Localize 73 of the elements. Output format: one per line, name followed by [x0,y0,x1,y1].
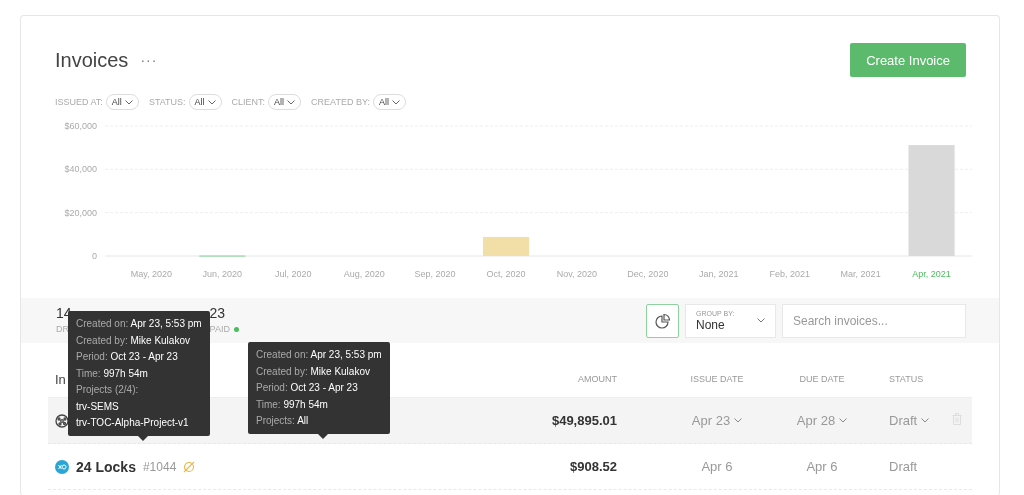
client-logo-icon [55,459,69,474]
filter-label: CREATED BY: [311,97,370,107]
caret-icon [391,99,400,105]
column-header: AMOUNT [578,374,617,384]
stat-label: PAID [209,324,230,334]
axis-label[interactable]: Jun, 2020 [202,269,243,279]
tooltip-line: Created on: Apr 23, 5:53 pm [256,348,382,362]
caret-icon [124,99,133,105]
column-header: ISSUE DATE [689,374,745,384]
search-field[interactable]: Search invoices... [782,303,966,338]
column-header: STATUS [888,374,925,384]
filter-dropdown[interactable]: All [372,94,406,110]
axis-label[interactable]: Aug, 2020 [343,269,385,279]
stat-value: 23 [209,305,227,321]
tooltip-line: Period: Oct 23 - Apr 23 [76,350,179,364]
axis-label[interactable]: Jan, 2021 [699,269,739,279]
axis-label[interactable]: Sep, 2020 [414,269,456,279]
axis-label: $60,000 [64,121,97,131]
date-dropdown[interactable]: Apr 28 [796,413,848,428]
filter-dropdown[interactable]: All [268,94,302,110]
tooltip-line: trv-TOC-Alpha-Project-v1 [76,416,190,430]
tooltip-line: Created by: Mike Kulakov [256,364,371,379]
chart-toggle-button[interactable] [646,303,679,338]
status-text: Draft [889,459,919,474]
tooltip-line: trv-SEMS [76,399,120,414]
filter-label: CLIENT: [231,97,266,107]
create-invoice-button[interactable]: Create Invoice [850,43,966,77]
amount-text: $49,895.01 [551,413,617,428]
chart-bar[interactable] [908,145,955,256]
axis-label[interactable]: Oct, 2020 [486,269,526,279]
axis-label[interactable]: Feb, 2021 [769,269,810,279]
pie-chart-icon [654,312,671,329]
axis-label: 0 [92,251,97,261]
filter-label: ISSUED AT: [55,97,103,107]
caret-icon [921,418,930,423]
caret-icon [207,99,216,105]
slashed-circle-icon [183,460,196,473]
table-row[interactable]: 24 Locks #1044 $908.52 Apr 6 Apr 6 Draft [48,444,972,490]
axis-label[interactable]: Jul, 2020 [275,269,312,279]
tooltip-line: Projects: All [256,414,310,428]
status-dropdown[interactable]: Draft [889,413,942,428]
axis-label[interactable]: Mar, 2021 [840,269,881,279]
axis-label[interactable]: May, 2020 [130,269,173,279]
tooltip-line: Created on: Apr 23, 5:53 pm [76,317,202,331]
tooltip-line: Time: 997h 54m [256,397,329,412]
client-name[interactable]: 24 Locks [76,458,136,475]
filter-dropdown[interactable]: All [188,94,222,110]
axis-label[interactable]: Nov, 2020 [556,269,598,279]
axis-label[interactable]: Apr, 2021 [912,269,951,279]
caret-icon [287,99,296,105]
caret-icon [757,318,765,323]
axis-label: $20,000 [64,207,97,218]
axis-label: $40,000 [64,164,97,175]
more-menu[interactable]: ··· [140,52,158,68]
invoice-number: #1044 [142,459,177,474]
date-text: Apr 6 [701,459,733,474]
caret-icon [734,418,743,423]
column-header: DUE DATE [799,374,845,384]
tooltip-line: Period: Oct 23 - Apr 23 [256,381,359,395]
date-text: Apr 6 [806,459,838,474]
stat-label: DR [56,324,69,334]
amount-text: $908.52 [570,459,617,474]
date-dropdown[interactable]: Apr 23 [691,413,743,428]
chart-bar[interactable] [483,236,530,256]
filter-dropdown[interactable]: All [105,94,139,110]
axis-label[interactable]: Dec, 2020 [627,269,669,279]
filter-label: STATUS: [148,97,186,107]
column-header: In [55,371,66,387]
tooltip-line: Projects (2/4): [76,383,140,397]
tooltip-line: Created by: Mike Kulakov [76,333,191,348]
page-title: Invoices [55,48,129,72]
caret-icon [839,418,848,423]
tooltip-line: Time: 997h 54m [76,366,149,381]
